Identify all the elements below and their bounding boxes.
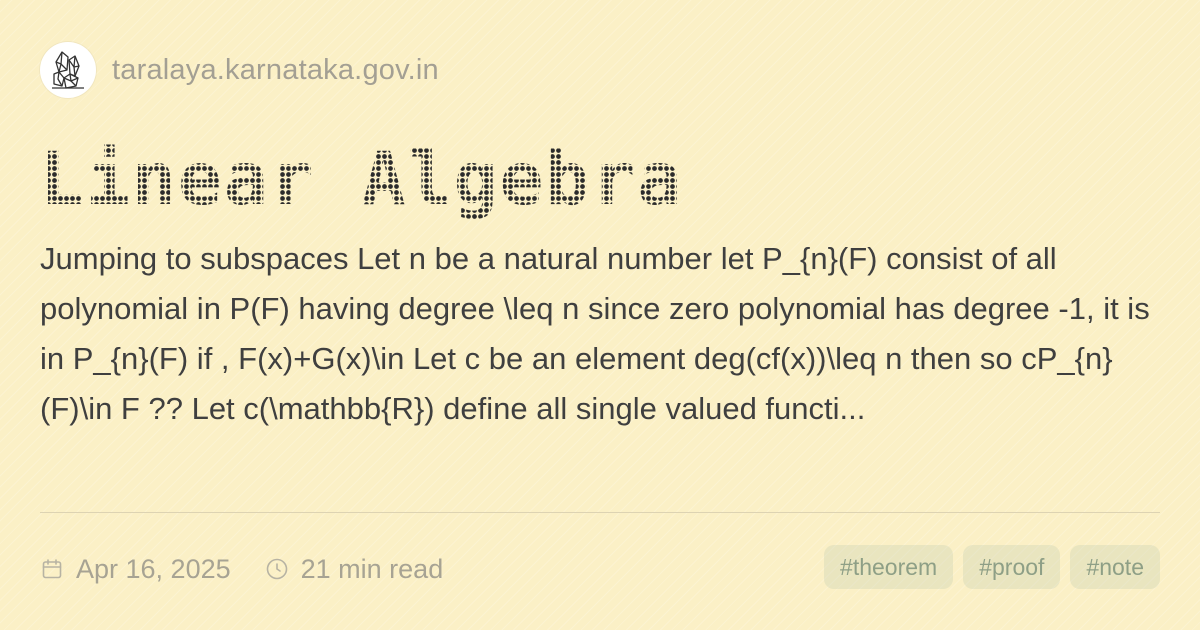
site-avatar[interactable] bbox=[40, 42, 96, 98]
post-excerpt: Jumping to subspaces Let n be a natural … bbox=[40, 241, 1150, 426]
page-title: Linear Algebra bbox=[40, 137, 684, 222]
site-domain[interactable]: taralaya.karnataka.gov.in bbox=[112, 54, 439, 87]
og-card: taralaya.karnataka.gov.in Linear Algebra… bbox=[40, 40, 1160, 600]
post-meta: Apr 16, 2025 21 min read bbox=[40, 546, 443, 592]
calendar-icon bbox=[40, 557, 64, 581]
tag-note[interactable]: #note bbox=[1070, 545, 1160, 589]
tag-proof[interactable]: #proof bbox=[963, 545, 1061, 589]
publish-date: Apr 16, 2025 bbox=[40, 554, 231, 585]
tag-theorem[interactable]: #theorem bbox=[824, 545, 954, 589]
crystal-icon bbox=[52, 51, 84, 89]
divider bbox=[40, 512, 1160, 513]
read-time-text: 21 min read bbox=[300, 553, 444, 584]
read-time: 21 min read bbox=[265, 553, 444, 585]
tag-list: #theorem #proof #note bbox=[824, 545, 1160, 589]
site-header: taralaya.karnataka.gov.in bbox=[40, 42, 439, 98]
clock-icon bbox=[265, 557, 289, 581]
publish-date-text: Apr 16, 2025 bbox=[76, 553, 231, 584]
